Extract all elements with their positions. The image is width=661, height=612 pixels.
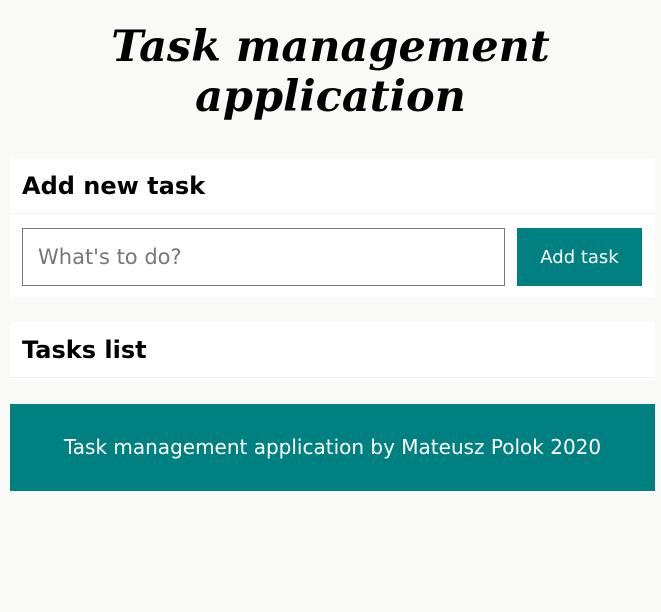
footer-text: Task management application by Mateusz P… — [63, 435, 602, 459]
add-task-section: Add new task Add task — [10, 158, 655, 298]
add-task-form: Add task — [22, 228, 642, 286]
tasks-list-section: Tasks list — [10, 322, 655, 380]
task-input[interactable] — [22, 228, 505, 286]
page-title: Task management application — [111, 22, 550, 122]
add-task-title: Add new task — [22, 171, 206, 200]
add-task-header: Add new task — [10, 158, 655, 214]
page-footer: Task management application by Mateusz P… — [10, 404, 655, 491]
add-task-button[interactable]: Add task — [517, 228, 642, 286]
tasks-list-header: Tasks list — [10, 322, 655, 378]
tasks-list-title: Tasks list — [22, 335, 147, 364]
